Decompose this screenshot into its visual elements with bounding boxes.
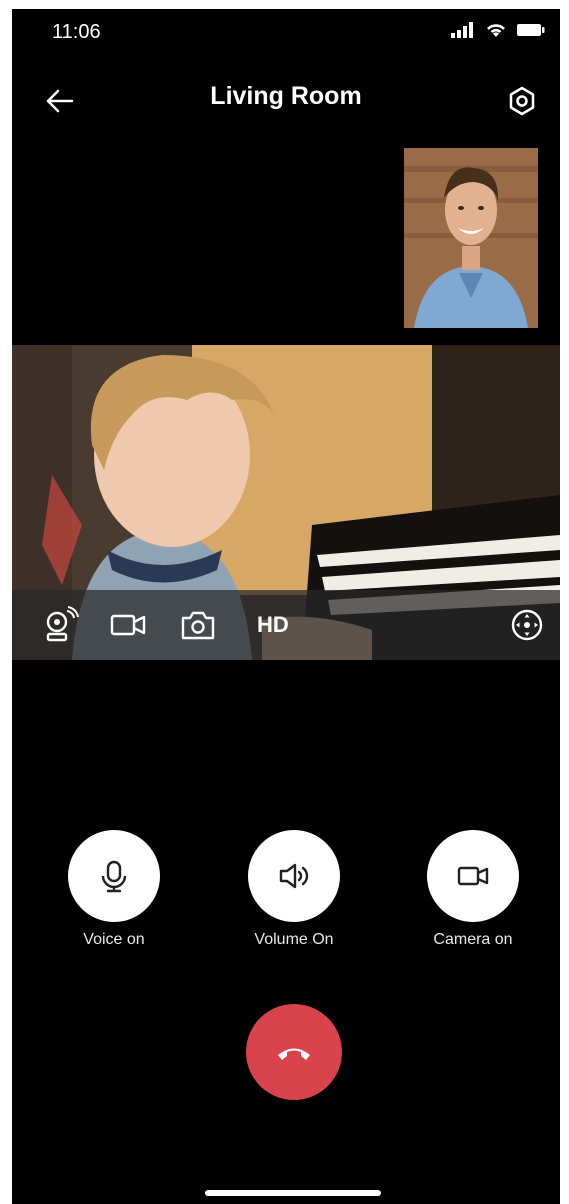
- hd-toggle[interactable]: HD: [257, 612, 289, 638]
- camera-toggle-button[interactable]: [427, 830, 519, 922]
- hangup-button[interactable]: [246, 1004, 342, 1100]
- signal-icon: [451, 22, 473, 38]
- status-time: 11:06: [52, 21, 101, 43]
- volume-button[interactable]: [248, 830, 340, 922]
- volume-label: Volume On: [254, 931, 334, 948]
- ptz-joystick-icon: [511, 609, 543, 641]
- battery-icon: [517, 24, 545, 36]
- voice-button[interactable]: [68, 830, 160, 922]
- feed-controls-bar: HD: [12, 590, 560, 660]
- self-view-image: [404, 148, 538, 328]
- voice-label: Voice on: [83, 931, 145, 948]
- settings-button[interactable]: [502, 81, 542, 121]
- page-title: Living Room: [210, 82, 362, 110]
- speaker-icon: [279, 863, 309, 889]
- intercom-button[interactable]: [40, 605, 80, 645]
- video-camera-icon: [110, 614, 146, 636]
- record-button[interactable]: [108, 605, 148, 645]
- home-indicator[interactable]: [205, 1190, 381, 1196]
- camera-label: Camera on: [433, 931, 513, 948]
- phone-hangup-icon: [278, 1048, 310, 1060]
- video-camera-icon: [457, 866, 489, 886]
- snapshot-button[interactable]: [178, 605, 218, 645]
- ptz-button[interactable]: [507, 605, 547, 645]
- photo-camera-icon: [181, 611, 215, 640]
- self-view-video[interactable]: [404, 148, 538, 328]
- camera-feed[interactable]: HD: [12, 345, 560, 660]
- intercom-camera-icon: [46, 606, 79, 642]
- wifi-icon: [487, 24, 505, 37]
- call-screen: 11:06 Living Room HD Voice on Volume On …: [12, 9, 560, 1204]
- status-icons: [450, 21, 546, 39]
- gear-icon: [509, 86, 535, 116]
- microphone-icon: [101, 860, 127, 893]
